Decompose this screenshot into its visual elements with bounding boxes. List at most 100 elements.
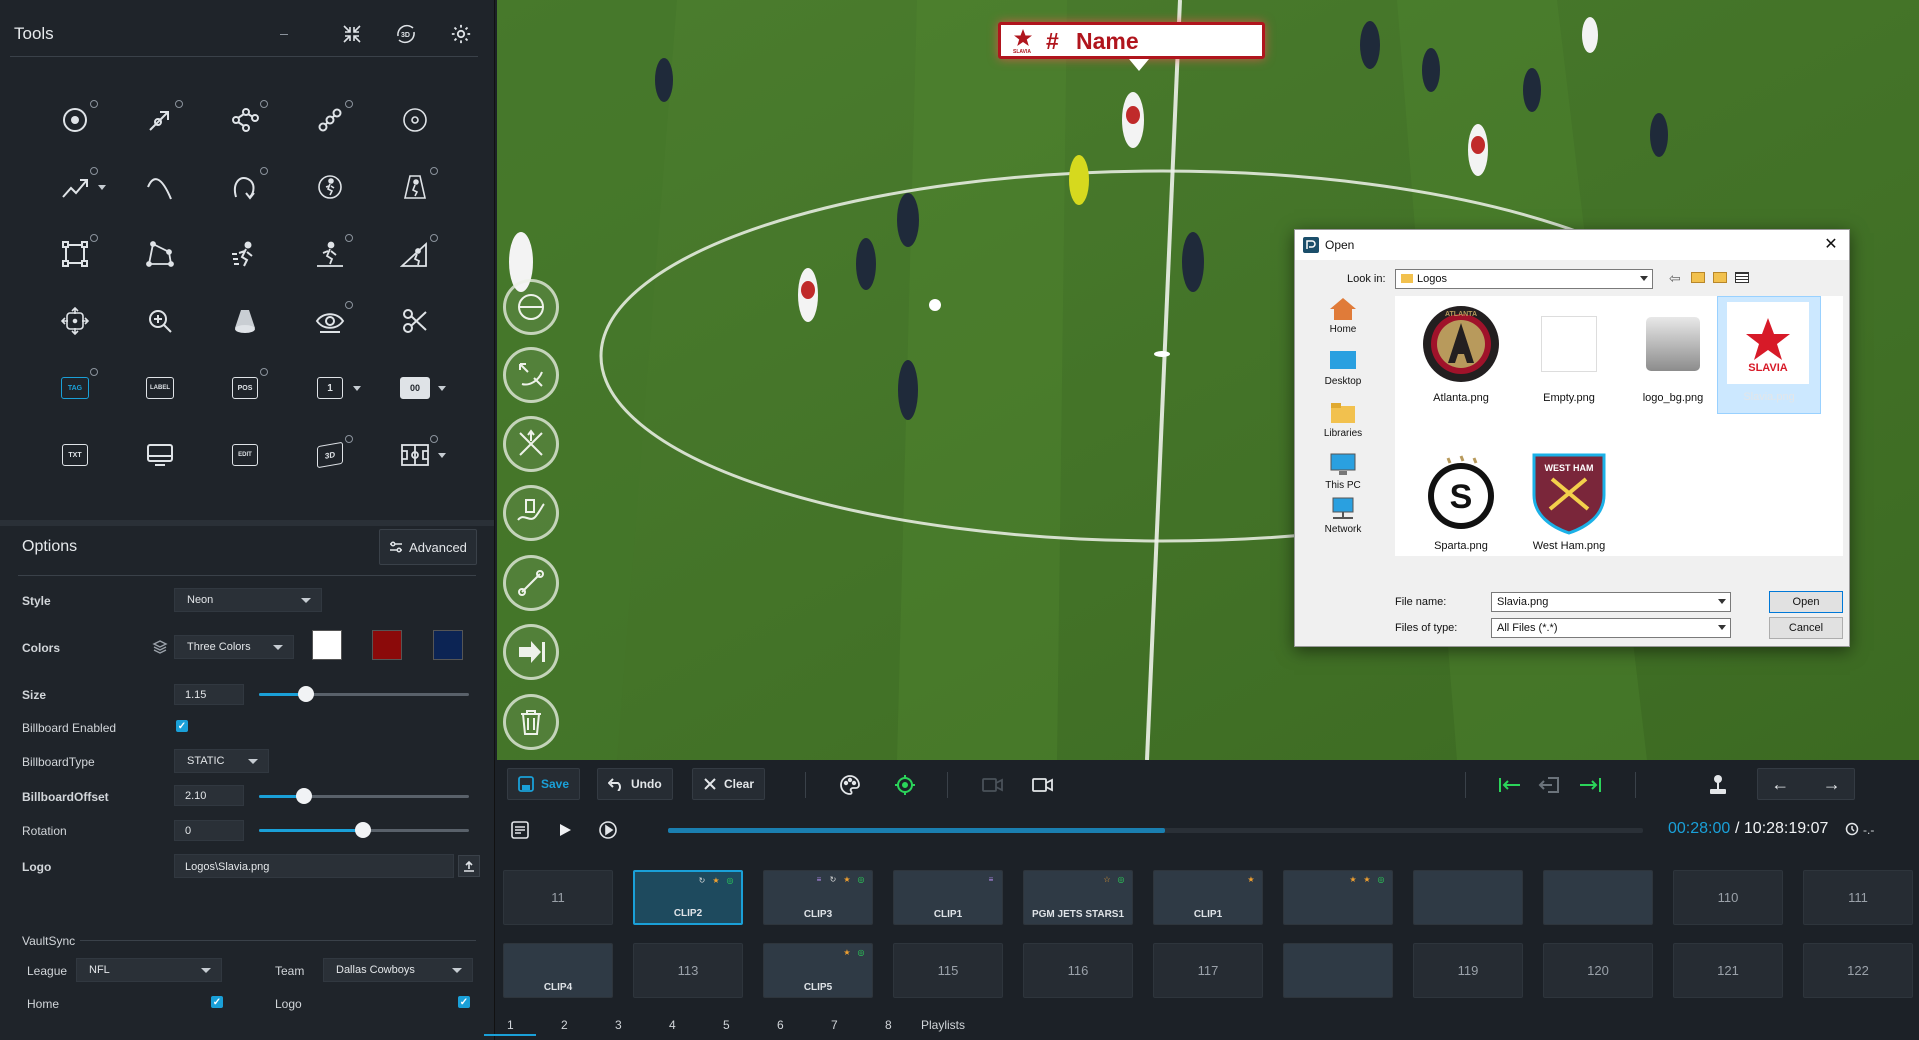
player-cone-icon[interactable]: [305, 232, 355, 276]
mark-in-icon[interactable]: [1537, 772, 1563, 798]
3d-rotate-icon[interactable]: 3D: [392, 20, 420, 48]
team-select[interactable]: Dallas Cowboys: [323, 958, 473, 982]
new-folder-icon[interactable]: [1713, 272, 1727, 283]
league-select[interactable]: NFL: [76, 958, 222, 982]
clip-cell[interactable]: CLIP3 ≡ ↻ ★ ◎: [763, 870, 873, 925]
zoom-icon[interactable]: [135, 299, 185, 343]
empty-slot[interactable]: 110: [1673, 870, 1783, 925]
label-icon[interactable]: LABEL: [135, 366, 185, 410]
jump-end-icon[interactable]: [1577, 772, 1603, 798]
next-arrow-icon[interactable]: →: [1823, 774, 1841, 795]
path-tool-button[interactable]: [503, 485, 559, 541]
clip-cell[interactable]: CLIP4: [503, 943, 613, 998]
empty-slot[interactable]: 122: [1803, 943, 1913, 998]
billboard-offset-input[interactable]: 2.10: [174, 785, 244, 806]
gear-icon[interactable]: [447, 20, 475, 48]
page-tab-7[interactable]: 7: [831, 1018, 838, 1032]
tag-icon[interactable]: TAG: [50, 366, 100, 410]
clear-button[interactable]: Clear: [692, 768, 766, 800]
place-network[interactable]: Network: [1301, 496, 1385, 535]
billboard-offset-slider-knob[interactable]: [296, 788, 312, 804]
circle-tool-button[interactable]: [503, 279, 559, 335]
clip-cell[interactable]: [1543, 870, 1653, 925]
clip-cell[interactable]: [1413, 870, 1523, 925]
clip-cell[interactable]: CLIP5 ★ ◎: [763, 943, 873, 998]
rate-icon[interactable]: [1845, 822, 1859, 841]
shrink-icon[interactable]: [338, 20, 366, 48]
close-icon[interactable]: ✕: [1819, 233, 1843, 257]
layers-icon[interactable]: [152, 639, 168, 660]
empty-slot[interactable]: 120: [1543, 943, 1653, 998]
crosshair-icon[interactable]: [892, 772, 918, 798]
edit-icon[interactable]: EDIT: [220, 433, 270, 477]
billboard-type-select[interactable]: STATIC: [174, 749, 269, 773]
place-home[interactable]: Home: [1301, 296, 1385, 335]
save-button[interactable]: Save: [507, 768, 581, 800]
number-badge-icon[interactable]: 1: [305, 366, 361, 410]
page-tab-8[interactable]: 8: [885, 1018, 892, 1032]
empty-slot[interactable]: 121: [1673, 943, 1783, 998]
palette-icon[interactable]: [837, 772, 863, 798]
page-tab-4[interactable]: 4: [669, 1018, 676, 1032]
color-swatch-2[interactable]: [372, 630, 402, 660]
logo-checkbox[interactable]: ✓: [458, 996, 470, 1008]
node-graph-icon[interactable]: [220, 98, 270, 142]
play-loop-icon[interactable]: [595, 817, 621, 843]
place-libraries[interactable]: Libraries: [1301, 400, 1385, 439]
place-this-pc[interactable]: This PC: [1301, 452, 1385, 491]
style-select[interactable]: Neon: [174, 588, 322, 612]
play-icon[interactable]: [552, 817, 578, 843]
undo-button[interactable]: Undo: [597, 768, 673, 800]
empty-slot[interactable]: 119: [1413, 943, 1523, 998]
page-tab-1[interactable]: 1: [507, 1018, 514, 1032]
move-crosshair-icon[interactable]: [50, 299, 100, 343]
pos-icon[interactable]: POS: [220, 366, 270, 410]
page-tab-6[interactable]: 6: [777, 1018, 784, 1032]
billboard-enabled-checkbox[interactable]: ✓: [176, 720, 188, 732]
monitor-icon[interactable]: [135, 433, 185, 477]
arrow-pen-icon[interactable]: [135, 98, 185, 142]
colors-mode-select[interactable]: Three Colors: [174, 635, 294, 659]
clip-cell[interactable]: CLIP2 ↻ ★ ◎: [633, 870, 743, 925]
player-area-icon[interactable]: [390, 232, 440, 276]
spotlight-player-icon[interactable]: [390, 165, 440, 209]
empty-slot[interactable]: 117: [1153, 943, 1263, 998]
logo-path-input[interactable]: Logos\Slavia.png: [174, 854, 454, 878]
color-swatch-1[interactable]: [312, 630, 342, 660]
clip-cell[interactable]: PGM JETS STARS1 ☆ ◎: [1023, 870, 1133, 925]
cross-tool-button[interactable]: [503, 416, 559, 472]
upload-icon[interactable]: [458, 855, 480, 877]
next-tool-button[interactable]: [503, 624, 559, 680]
cancel-button[interactable]: Cancel: [1769, 617, 1843, 639]
files-of-type-select[interactable]: All Files (*.*): [1491, 618, 1731, 638]
size-slider-knob[interactable]: [298, 686, 314, 702]
empty-slot[interactable]: 11: [503, 870, 613, 925]
ring-icon[interactable]: [390, 98, 440, 142]
clip-cell[interactable]: CLIP1 ★: [1153, 870, 1263, 925]
size-input[interactable]: 1.15: [174, 684, 244, 705]
clip-cell[interactable]: [1283, 943, 1393, 998]
playlists-tab[interactable]: Playlists: [921, 1018, 965, 1032]
empty-slot[interactable]: 115: [893, 943, 1003, 998]
file-west-ham[interactable]: WEST HAM West Ham.png: [1507, 446, 1631, 564]
sprint-icon[interactable]: [220, 232, 270, 276]
trash-button[interactable]: [503, 694, 559, 750]
empty-slot[interactable]: 111: [1803, 870, 1913, 925]
file-sparta[interactable]: S Sparta.png: [1399, 446, 1523, 564]
eye-icon[interactable]: [305, 299, 355, 343]
rotation-slider-knob[interactable]: [355, 822, 371, 838]
billboard-tag[interactable]: SLAVIA # Name: [998, 22, 1265, 71]
curve-line-icon[interactable]: [135, 165, 185, 209]
file-slavia[interactable]: SLAVIA Slavia.png: [1717, 296, 1821, 414]
rotation-input[interactable]: 0: [174, 820, 244, 841]
home-checkbox[interactable]: ✓: [211, 996, 223, 1008]
cone-icon[interactable]: [220, 299, 270, 343]
curved-arrow-icon[interactable]: [220, 165, 270, 209]
page-tab-5[interactable]: 5: [723, 1018, 730, 1032]
minimize-icon[interactable]: [270, 20, 298, 48]
file-name-input[interactable]: Slavia.png: [1491, 592, 1731, 612]
advanced-button[interactable]: Advanced: [379, 529, 477, 565]
joystick-icon[interactable]: [1705, 772, 1731, 798]
empty-slot[interactable]: 116: [1023, 943, 1133, 998]
clip-cell[interactable]: CLIP1 ≡: [893, 870, 1003, 925]
